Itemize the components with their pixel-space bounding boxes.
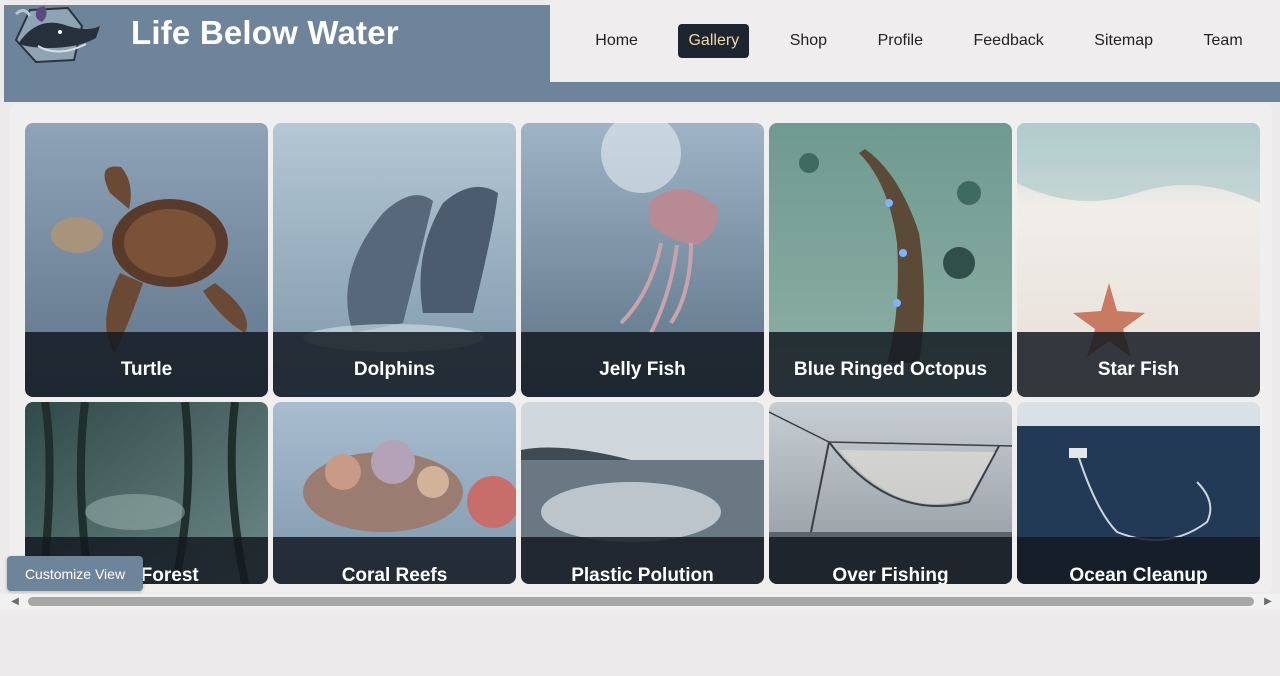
nav-profile[interactable]: Profile: [868, 24, 933, 58]
customize-view-button[interactable]: Customize View: [7, 556, 143, 591]
card-caption: Dolphins: [353, 359, 436, 380]
nav-sitemap[interactable]: Sitemap: [1084, 24, 1163, 58]
card-caption: Turtle: [120, 359, 173, 380]
gallery-card-starfish[interactable]: Star Fish: [1017, 123, 1260, 397]
caption-bar: Star Fish: [1017, 332, 1260, 397]
caption-bar: Ocean Cleanup: [1017, 537, 1260, 584]
caption-bar: Coral Reefs: [273, 537, 516, 584]
gallery-card-octopus[interactable]: Blue Ringed Octopus: [769, 123, 1012, 397]
card-caption: Ocean Cleanup: [1069, 565, 1208, 584]
horizontal-scrollbar[interactable]: ◀ ▶: [0, 594, 1280, 610]
nav-shop[interactable]: Shop: [780, 24, 837, 58]
nav-gallery[interactable]: Gallery: [678, 24, 750, 58]
scroll-right-icon[interactable]: ▶: [1262, 596, 1274, 608]
gallery-card-dolphins[interactable]: Dolphins: [273, 123, 516, 397]
card-caption: Over Fishing: [832, 565, 949, 584]
card-caption: Star Fish: [1097, 359, 1180, 380]
gallery-card-ocean-cleanup[interactable]: Ocean Cleanup: [1017, 402, 1260, 584]
card-caption: Jelly Fish: [599, 359, 686, 380]
gallery-card-over-fishing[interactable]: Over Fishing: [769, 402, 1012, 584]
main-nav: Home Gallery Shop Profile Feedback Sitem…: [550, 0, 1280, 82]
gallery-card-turtle[interactable]: Turtle: [25, 123, 268, 397]
scroll-left-icon[interactable]: ◀: [9, 596, 21, 608]
caption-bar: Turtle: [25, 332, 268, 397]
caption-bar: Dolphins: [273, 332, 516, 397]
scrollbar-thumb[interactable]: [28, 597, 1254, 606]
caption-bar: Plastic Polution: [521, 537, 764, 584]
card-caption: Coral Reefs: [341, 565, 448, 584]
gallery-card-coral-reefs[interactable]: Coral Reefs: [273, 402, 516, 584]
gallery-card-plastic-polution[interactable]: Plastic Polution: [521, 402, 764, 584]
caption-bar: Over Fishing: [769, 537, 1012, 584]
gallery-card-jellyfish[interactable]: Jelly Fish: [521, 123, 764, 397]
card-caption: Plastic Polution: [571, 565, 714, 584]
caption-bar: Jelly Fish: [521, 332, 764, 397]
whale-logo-icon: [14, 6, 100, 64]
nav-team[interactable]: Team: [1194, 24, 1253, 58]
caption-bar: Blue Ringed Octopus: [769, 332, 1012, 397]
nav-feedback[interactable]: Feedback: [964, 24, 1054, 58]
nav-home[interactable]: Home: [585, 24, 648, 58]
site-title: Life Below Water: [131, 14, 399, 51]
card-caption: Blue Ringed Octopus: [793, 359, 988, 380]
